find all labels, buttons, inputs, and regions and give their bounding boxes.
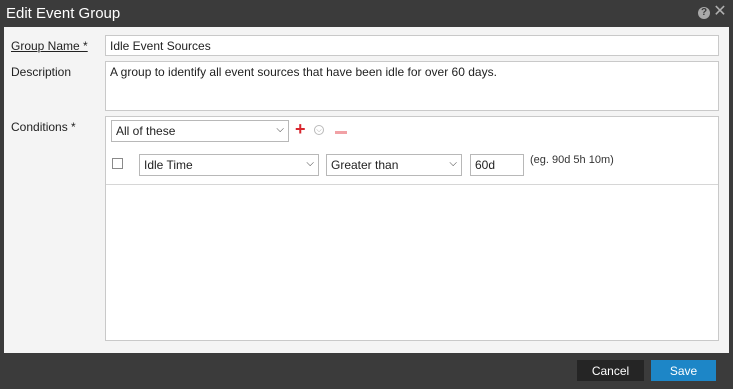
close-icon[interactable]: ✕	[712, 3, 728, 21]
conditions-label: Conditions *	[11, 120, 76, 134]
condition-operator-value: Greater than	[331, 158, 399, 172]
cancel-button[interactable]: Cancel	[577, 360, 644, 381]
chevron-down-icon: ⌵	[276, 124, 284, 135]
condition-field-value: Idle Time	[144, 158, 193, 172]
dialog-body: Group Name * Idle Event Sources Descript…	[4, 27, 729, 353]
match-mode-select[interactable]: All of these ⌵	[111, 120, 289, 142]
chevron-down-icon: ⌵	[306, 158, 314, 169]
edit-event-group-dialog: Edit Event Group ? ✕ Group Name * Idle E…	[0, 0, 733, 389]
dialog-titlebar: Edit Event Group ? ✕	[0, 0, 733, 27]
condition-row-checkbox[interactable]	[112, 158, 123, 169]
group-name-input[interactable]: Idle Event Sources	[105, 35, 719, 56]
chevron-down-icon: ⌵	[449, 158, 457, 169]
dialog-title: Edit Event Group	[6, 5, 121, 22]
save-button[interactable]: Save	[651, 360, 716, 381]
condition-value-input[interactable]: 60d	[470, 154, 524, 176]
help-icon[interactable]: ?	[698, 7, 710, 19]
condition-value-hint: (eg. 90d 5h 10m)	[530, 154, 614, 166]
add-options-chevron-icon[interactable]: ⌵	[314, 125, 324, 135]
dialog-footer: Cancel Save	[0, 353, 733, 389]
remove-condition-icon[interactable]	[335, 131, 347, 134]
match-mode-value: All of these	[116, 124, 176, 138]
condition-field-select[interactable]: Idle Time ⌵	[139, 154, 319, 176]
description-label: Description	[11, 65, 72, 79]
group-name-label: Group Name *	[11, 39, 88, 53]
condition-operator-select[interactable]: Greater than ⌵	[326, 154, 462, 176]
description-textarea[interactable]: A group to identify all event sources th…	[105, 61, 719, 111]
conditions-divider	[106, 184, 718, 185]
conditions-panel: All of these ⌵ + ⌵ Idle Time ⌵ Greater t…	[105, 116, 719, 341]
add-condition-icon[interactable]: +	[295, 120, 306, 138]
